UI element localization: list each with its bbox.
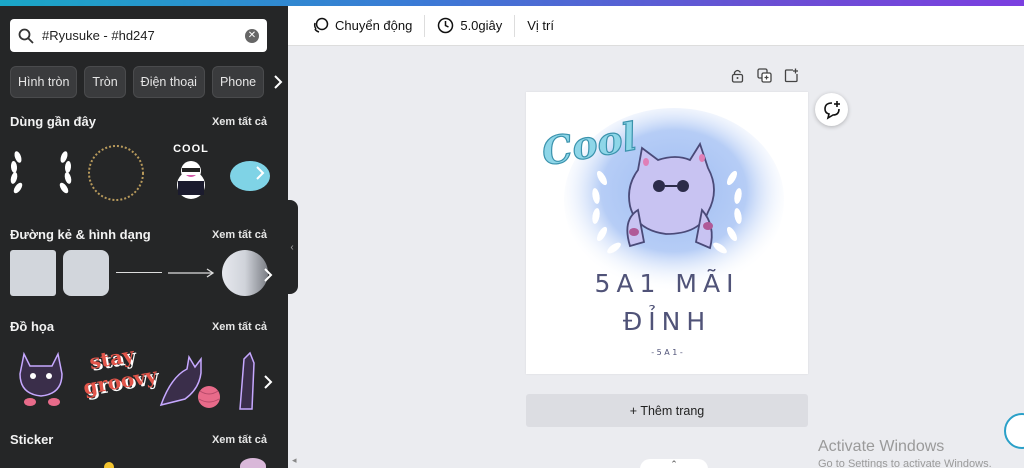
- animate-button[interactable]: Chuyển động: [300, 14, 424, 38]
- add-page-button[interactable]: + Thêm trang: [526, 394, 808, 427]
- page-actions: [730, 68, 799, 83]
- search-box[interactable]: #Ryusuke - #hd247 ✕: [10, 19, 267, 52]
- chip-phone[interactable]: Phone: [211, 66, 265, 98]
- sticker-text: COOL: [173, 143, 209, 155]
- recent-next-icon[interactable]: [248, 161, 272, 185]
- chip-tron[interactable]: Tròn: [84, 66, 126, 98]
- add-page-icon[interactable]: [784, 68, 799, 83]
- cool-panda-sticker-thumb[interactable]: COOL: [168, 143, 214, 203]
- help-button[interactable]: [1004, 413, 1024, 449]
- see-all-sticker[interactable]: Xem tất cả: [212, 434, 267, 446]
- sticker-thumb-yellow[interactable]: [104, 462, 114, 468]
- cat-graphic-thumb[interactable]: [10, 344, 72, 408]
- headline-line-1: 5A1 MÃI: [595, 268, 740, 298]
- chip-hinh-tron[interactable]: Hình tròn: [10, 66, 78, 98]
- chip-dien-thoai[interactable]: Điện thoại: [132, 66, 205, 98]
- search-input[interactable]: #Ryusuke - #hd247: [42, 28, 245, 43]
- see-all-graphics[interactable]: Xem tất cả: [212, 321, 267, 333]
- duration-button[interactable]: 5.0giây: [425, 14, 514, 38]
- duplicate-page-icon[interactable]: [757, 68, 772, 83]
- line-thumb[interactable]: [116, 272, 162, 273]
- clock-icon: [438, 17, 454, 34]
- watermark-subtitle: Go to Settings to activate Windows.: [818, 458, 992, 468]
- section-title-graphics: Đồ họa: [10, 319, 55, 334]
- section-title-sticker: Sticker: [10, 432, 54, 447]
- gold-circle-frame-thumb[interactable]: [86, 143, 146, 203]
- design-page[interactable]: Cool 5A1 MÃI ĐỈNH - 5 A 1 -: [526, 92, 808, 374]
- collapse-panel-handle[interactable]: ‹: [286, 200, 298, 294]
- comment-plus-icon: [823, 100, 840, 120]
- see-all-recent[interactable]: Xem tất cả: [212, 116, 267, 128]
- stay-groovy-thumb[interactable]: stay groovy: [77, 341, 158, 414]
- page-strip-toggle[interactable]: ⌃: [640, 459, 708, 468]
- lock-icon[interactable]: [730, 68, 745, 83]
- clear-search-icon[interactable]: ✕: [245, 28, 259, 43]
- subtitle: - 5 A 1 -: [651, 348, 683, 357]
- chips-next-icon[interactable]: [271, 66, 285, 98]
- graphics-next-icon[interactable]: [256, 370, 280, 394]
- elements-panel: #Ryusuke - #hd247 ✕ Hình tròn Tròn Điện …: [0, 6, 288, 468]
- square-shape-thumb[interactable]: [10, 250, 56, 296]
- design-artwork[interactable]: Cool 5A1 MÃI ĐỈNH - 5 A 1 -: [526, 92, 808, 374]
- lines-next-icon[interactable]: [256, 263, 280, 287]
- recent-row: COOL: [8, 139, 280, 203]
- rounded-square-thumb[interactable]: [63, 250, 109, 296]
- cat-yarn-thumb[interactable]: [155, 349, 225, 411]
- animate-label: Chuyển động: [335, 18, 413, 33]
- position-button[interactable]: Vị trí: [515, 14, 566, 38]
- section-title-recent: Dùng gần đây: [10, 114, 96, 129]
- laurel-wreath-thumb[interactable]: [8, 145, 78, 201]
- scroll-left-arrow-icon[interactable]: ◂: [292, 455, 297, 466]
- suggestion-chips: Hình tròn Tròn Điện thoại Phone: [10, 66, 285, 98]
- sticker-thumb-pink[interactable]: [240, 458, 266, 468]
- animation-icon: [313, 17, 329, 33]
- duration-label: 5.0giây: [460, 18, 503, 33]
- search-icon: [18, 28, 34, 44]
- see-all-lines-shapes[interactable]: Xem tất cả: [212, 229, 267, 241]
- watermark-title: Activate Windows: [818, 438, 945, 455]
- headline-line-2: ĐỈNH: [623, 305, 711, 336]
- add-comment-button[interactable]: [815, 93, 848, 126]
- arrow-line-thumb[interactable]: [168, 267, 216, 279]
- activate-windows-watermark: Activate Windows Go to Settings to activ…: [818, 438, 992, 468]
- editor-toolbar: Chuyển động 5.0giây Vị trí: [288, 6, 1024, 46]
- position-label: Vị trí: [527, 18, 554, 33]
- section-title-lines-shapes: Đường kẻ & hình dạng: [10, 227, 151, 242]
